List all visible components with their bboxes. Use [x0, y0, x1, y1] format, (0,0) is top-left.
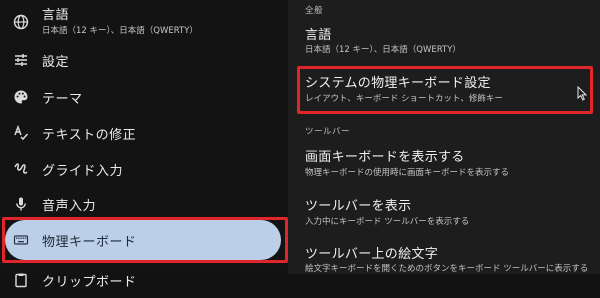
setting-subtitle: 入力中にキーボード ツールバーを表示する [305, 217, 470, 227]
gesture-icon [12, 160, 30, 178]
mic-icon [12, 195, 30, 213]
sidebar-item-glide-typing[interactable]: グライド入力 [0, 151, 288, 187]
sidebar-item-label: グライド入力 [42, 163, 124, 179]
sidebar-item-language[interactable]: 言語 日本語（12 キー）、日本語（QWERTY） [0, 2, 288, 42]
tune-icon [12, 51, 30, 69]
section-header-general: 全般 [305, 6, 324, 16]
setting-subtitle: 日本語（12 キー）、日本語（QWERTY） [305, 45, 461, 55]
settings-panel: 全般 言語 日本語（12 キー）、日本語（QWERTY） システムの物理キーボー… [288, 0, 600, 274]
sidebar: 言語 日本語（12 キー）、日本語（QWERTY） 設定 テーマ テキストの修正… [0, 0, 288, 290]
setting-title: 言語 [305, 28, 332, 43]
sidebar-item-theme[interactable]: テーマ [0, 79, 288, 115]
spellcheck-icon [12, 124, 30, 142]
palette-icon [12, 88, 30, 106]
sidebar-item-label: クリップボード [42, 274, 137, 290]
highlight-box [297, 66, 593, 114]
sidebar-item-label: 言語 [42, 8, 70, 23]
highlight-box [2, 217, 288, 263]
setting-title: ツールバー上の絵文字 [305, 247, 439, 262]
sidebar-item-label: テーマ [42, 91, 83, 107]
sidebar-item-text-correction[interactable]: テキストの修正 [0, 115, 288, 151]
mouse-cursor-icon [577, 85, 588, 105]
setting-title: 画面キーボードを表示する [305, 150, 465, 165]
sidebar-item-clipboard[interactable]: クリップボード [0, 262, 288, 298]
setting-title: ツールバーを表示 [305, 199, 412, 214]
sidebar-item-label: 音声入力 [42, 198, 97, 214]
globe-icon [12, 13, 30, 31]
sidebar-item-sublabel: 日本語（12 キー）、日本語（QWERTY） [42, 26, 198, 36]
sidebar-item-label: テキストの修正 [42, 127, 137, 143]
section-header-toolbar: ツールバー [305, 127, 351, 137]
sidebar-item-label: 設定 [42, 54, 70, 70]
sidebar-item-settings[interactable]: 設定 [0, 42, 288, 78]
setting-subtitle: 物理キーボードの使用時に画面キーボードを表示する [305, 168, 510, 178]
setting-subtitle: 絵文字キーボードを開くためのボタンをキーボード ツールバーに表示する [305, 264, 589, 274]
